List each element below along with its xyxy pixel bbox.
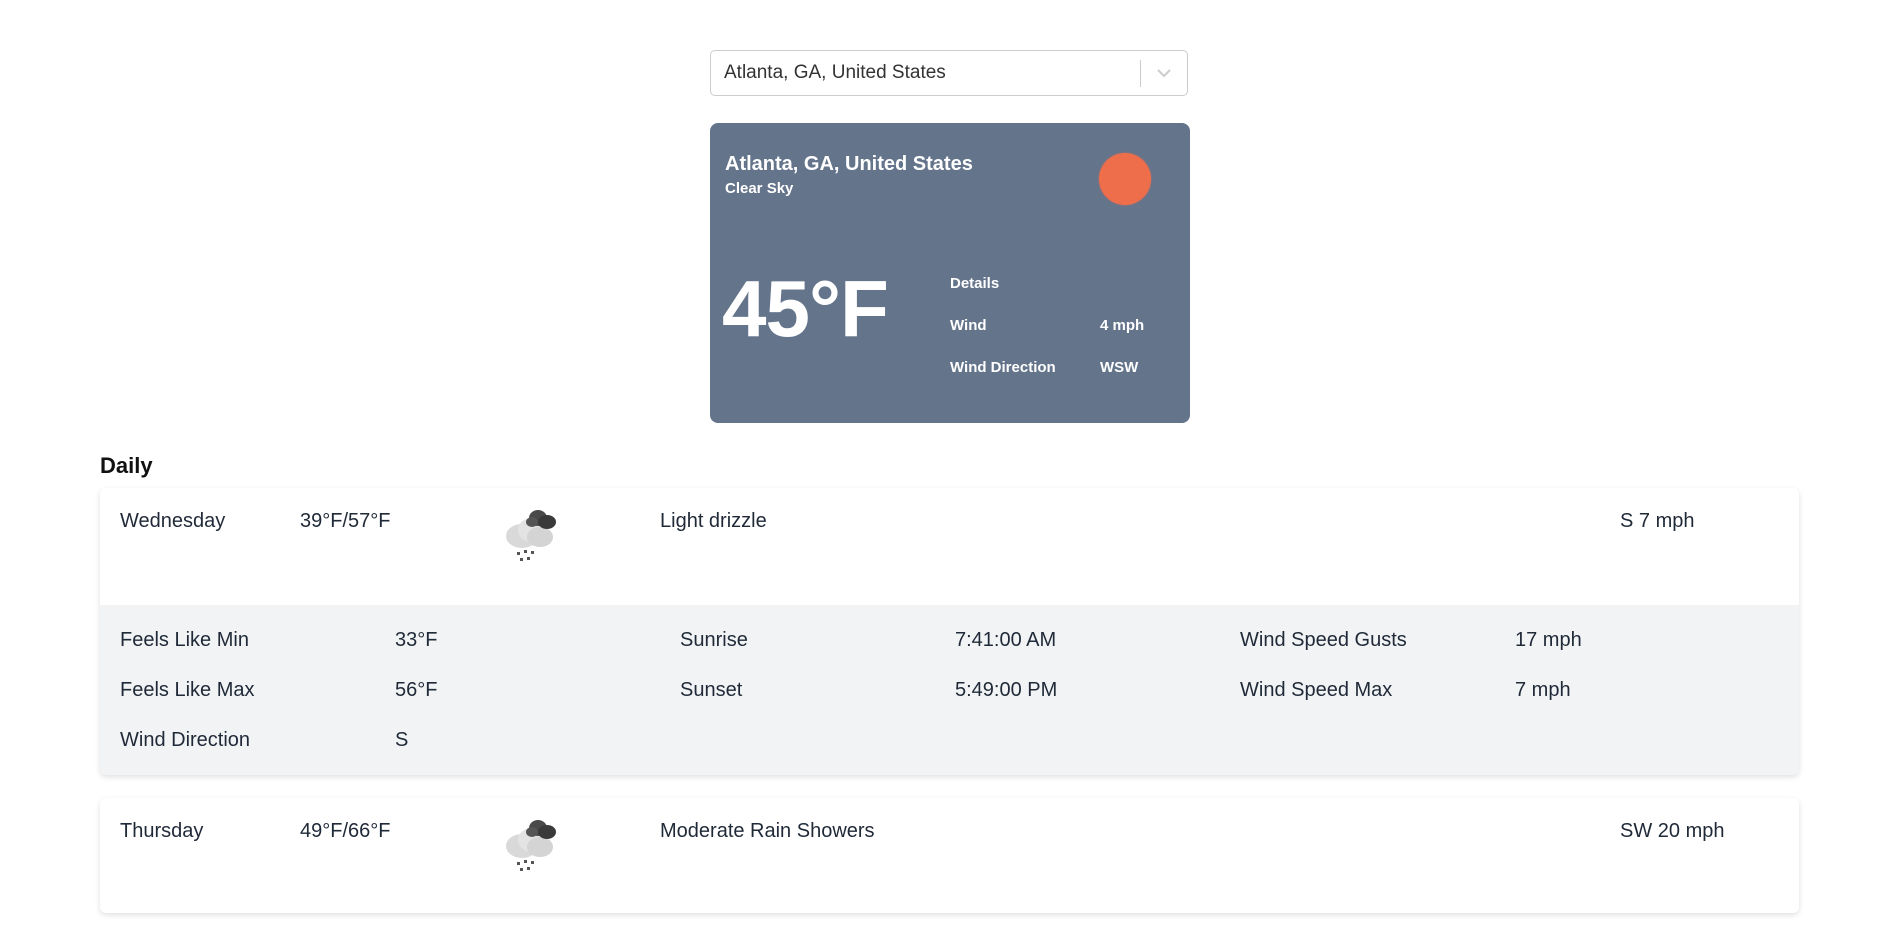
daily-item-header[interactable]: Thursday 49°F/66°F Moderate Rain Showers… [100, 798, 1799, 913]
wind-direction-value: S [395, 729, 409, 751]
day-description: Moderate Rain Showers [660, 820, 875, 842]
feels-like-max-label: Feels Like Max [120, 679, 255, 701]
current-city: Atlanta, GA, United States [725, 153, 973, 175]
current-details: Details Wind 4 mph Wind Direction WSW [950, 275, 1170, 401]
wind-gusts-value: 17 mph [1515, 629, 1582, 651]
wind-value: 4 mph [1100, 317, 1145, 334]
day-name: Wednesday [120, 510, 226, 532]
wind-max-label: Wind Speed Max [1240, 679, 1393, 701]
current-condition: Clear Sky [725, 180, 794, 197]
daily-item-header[interactable]: Wednesday 39°F/57°F Light drizzle S 7 mp… [100, 488, 1799, 605]
feels-like-min-label: Feels Like Min [120, 629, 249, 651]
rain-cloud-icon [500, 504, 564, 569]
sunset-value: 5:49:00 PM [955, 679, 1058, 701]
day-wind: SW 20 mph [1620, 820, 1725, 842]
current-weather-card: Atlanta, GA, United States Clear Sky 45°… [710, 123, 1190, 423]
rain-cloud-icon [500, 814, 564, 879]
sunrise-label: Sunrise [680, 629, 748, 651]
daily-item-details: Feels Like Min 33°F Sunrise 7:41:00 AM W… [100, 605, 1799, 775]
feels-like-max-value: 56°F [395, 679, 438, 701]
location-select-value: Atlanta, GA, United States [724, 62, 946, 83]
feels-like-min-value: 33°F [395, 629, 438, 651]
wind-label: Wind [950, 317, 987, 334]
sun-icon [1099, 153, 1151, 205]
wind-direction-label: Wind Direction [950, 359, 1056, 376]
wind-gusts-label: Wind Speed Gusts [1240, 629, 1407, 651]
day-name: Thursday [120, 820, 204, 842]
daily-item-wednesday[interactable]: Wednesday 39°F/57°F Light drizzle S 7 mp… [100, 488, 1799, 775]
details-title: Details [950, 275, 1000, 292]
wind-direction-label: Wind Direction [120, 729, 251, 751]
current-temperature: 45°F [722, 264, 889, 353]
day-temps: 49°F/66°F [300, 820, 391, 842]
chevron-down-icon[interactable] [1141, 51, 1187, 95]
daily-heading: Daily [100, 453, 153, 478]
sunrise-value: 7:41:00 AM [955, 629, 1057, 651]
sunset-label: Sunset [680, 679, 743, 701]
day-description: Light drizzle [660, 510, 767, 532]
wind-max-value: 7 mph [1515, 679, 1571, 701]
daily-item-thursday[interactable]: Thursday 49°F/66°F Moderate Rain Showers… [100, 798, 1799, 913]
weather-page: Atlanta, GA, United States Atlanta, GA, … [0, 0, 1902, 930]
day-wind: S 7 mph [1620, 510, 1695, 532]
day-temps: 39°F/57°F [300, 510, 391, 532]
location-select[interactable]: Atlanta, GA, United States [710, 50, 1188, 96]
wind-direction-value: WSW [1100, 359, 1139, 376]
